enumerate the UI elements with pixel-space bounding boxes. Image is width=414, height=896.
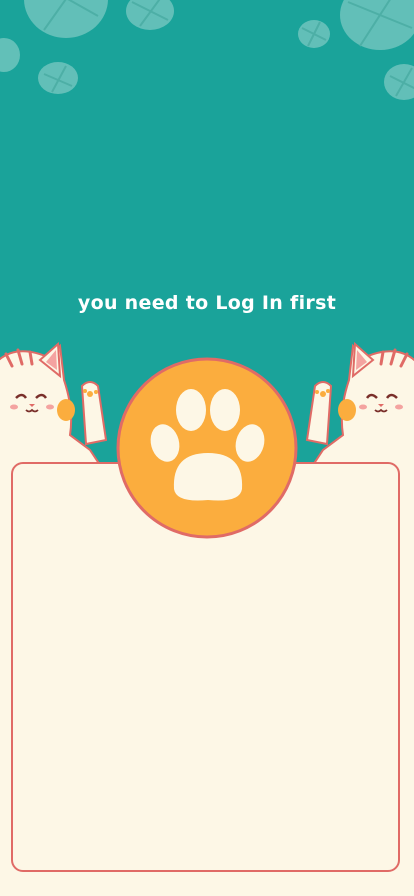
background-bubble-decoration — [384, 64, 414, 100]
background-bubble-decoration — [126, 0, 174, 30]
cat-icon — [298, 340, 414, 466]
cat-icon — [0, 340, 115, 466]
background-bubble-decoration — [0, 38, 20, 72]
background-bubble-decoration — [298, 20, 330, 48]
background-bubble-decoration — [38, 62, 78, 94]
background-bubble-decoration — [340, 0, 414, 50]
login-required-screen: you need to Log In first — [0, 0, 414, 896]
login-required-message: you need to Log In first — [77, 292, 337, 314]
paw-icon — [116, 357, 298, 539]
background-bubble-decoration — [24, 0, 108, 38]
